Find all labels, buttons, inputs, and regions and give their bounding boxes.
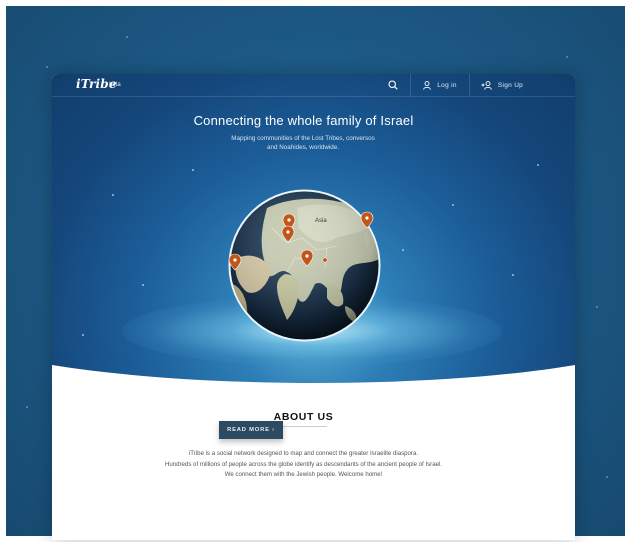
search-button[interactable] (376, 74, 411, 96)
about-text-line-1: iTribe is a social network designed to m… (188, 450, 419, 457)
globe-graphic: Asia (228, 189, 381, 342)
signup-label: Sign Up (497, 81, 524, 89)
globe-region-label: Asia (315, 218, 327, 224)
about-divider (281, 426, 327, 427)
read-more-button[interactable]: READ MORE › (219, 421, 283, 439)
hero-subtitle-line-1: Mapping communities of the Lost Tribes, … (231, 135, 375, 142)
about-text-line-3: We connect them with the Jewish people. … (224, 471, 383, 478)
user-icon (423, 80, 432, 90)
hero-section: iTribe beta Log in Sign Up Connecting th… (52, 74, 575, 390)
hero-subtitle: Mapping communities of the Lost Tribes, … (221, 134, 385, 152)
main-card: iTribe beta Log in Sign Up Connecting th… (52, 74, 575, 540)
login-button[interactable]: Log in (411, 74, 470, 96)
search-icon (388, 80, 398, 90)
hero-subtitle-line-2: and Noahides, worldwide. (266, 144, 340, 151)
about-text: iTribe is a social network designed to m… (112, 449, 495, 481)
location-marker-small[interactable] (322, 257, 328, 263)
about-text-line-2: Hundreds of millions of people across th… (164, 460, 443, 468)
add-user-icon (481, 80, 492, 90)
about-title: ABOUT US (273, 411, 334, 423)
hero-title: Connecting the whole family of Israel (193, 113, 414, 128)
login-label: Log in (437, 81, 457, 89)
top-nav: iTribe beta Log in Sign Up (52, 74, 575, 97)
globe[interactable]: Asia (227, 188, 382, 343)
section-curve (52, 365, 575, 399)
beta-badge: beta (109, 82, 121, 88)
signup-button[interactable]: Sign Up (470, 74, 534, 96)
